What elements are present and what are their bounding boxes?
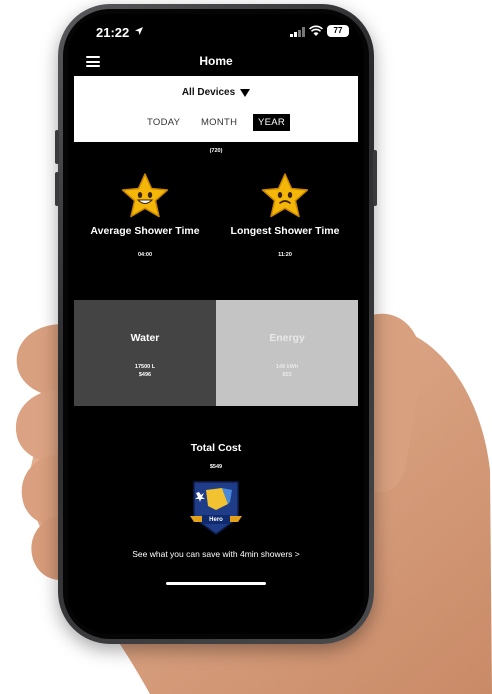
longest-shower-stat: Longest Shower Time 11:20: [220, 172, 350, 258]
page-title: Home: [199, 54, 233, 68]
smiling-star-icon: [121, 173, 169, 218]
period-tabs: TODAY MONTH YEAR: [74, 114, 358, 131]
total-cost-value: $549: [209, 464, 223, 470]
frowning-star-icon: [261, 173, 309, 218]
water-tile[interactable]: Water 17500 L $496: [74, 300, 216, 406]
status-time: 21:22: [96, 25, 130, 40]
location-arrow-icon: [135, 27, 143, 35]
app-header: Home: [68, 48, 364, 76]
volume-button: [55, 130, 59, 164]
average-shower-value: 04:00: [137, 252, 153, 258]
water-title: Water: [130, 332, 160, 344]
battery-icon: 77: [327, 25, 349, 37]
longest-shower-value: 11:20: [278, 252, 292, 258]
total-cost-title: Total Cost: [190, 442, 242, 454]
power-button: [373, 150, 377, 206]
longest-shower-label: Longest Shower Time: [230, 225, 340, 237]
energy-title: Energy: [269, 332, 305, 344]
device-dropdown[interactable]: All Devices: [74, 87, 358, 98]
water-amount: 17500 L: [134, 364, 156, 370]
average-shower-stat: Average Shower Time 04:00: [80, 172, 210, 258]
wifi-icon: [309, 25, 323, 36]
dropdown-arrow-icon: [240, 88, 251, 97]
device-dropdown-label: All Devices: [181, 87, 236, 98]
status-bar: 21:22 77: [68, 14, 364, 48]
hero-badge-icon: [190, 481, 242, 535]
tab-today[interactable]: TODAY: [142, 114, 185, 131]
cellular-signal-icon: [290, 27, 305, 37]
tab-month[interactable]: MONTH: [196, 114, 242, 131]
notch: [146, 14, 286, 40]
app-screen: 21:22 77 Home All Devices TODAY MONTH YE…: [68, 14, 364, 634]
volume-button: [55, 172, 59, 206]
energy-tile[interactable]: Energy 148 kWh $53: [216, 300, 358, 406]
hero-badge-label: Hero: [209, 517, 223, 523]
average-shower-label: Average Shower Time: [90, 225, 200, 237]
tab-year[interactable]: YEAR: [252, 114, 291, 131]
water-cost: $496: [138, 372, 152, 378]
energy-amount: 148 kWh: [275, 364, 299, 370]
hero-badge[interactable]: Hero: [188, 480, 244, 536]
save-4min-link[interactable]: See what you can save with 4min showers …: [68, 549, 364, 559]
filter-panel: All Devices TODAY MONTH YEAR: [74, 76, 358, 142]
energy-cost: $53: [282, 372, 292, 378]
shower-count: (720): [209, 148, 223, 154]
home-indicator[interactable]: [166, 582, 266, 585]
